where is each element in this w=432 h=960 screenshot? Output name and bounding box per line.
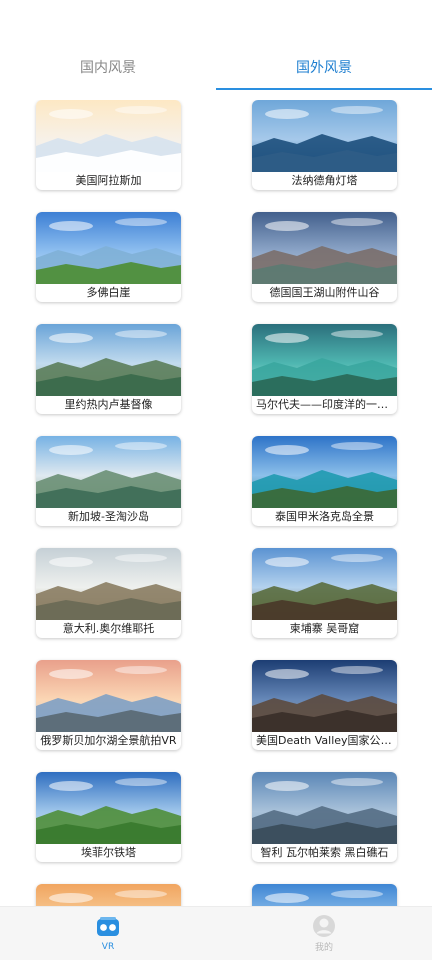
scenery-card[interactable]: 泰国甲米洛克岛全景 [252, 436, 397, 526]
scenery-card[interactable]: 法纳德角灯塔 [252, 100, 397, 190]
scenery-thumbnail [252, 772, 397, 844]
scenery-thumbnail [252, 660, 397, 732]
scenery-card-title: 里约热内卢基督像 [64, 398, 153, 411]
scenery-card[interactable]: 意大利.奥尔维耶托 [36, 548, 181, 638]
scenery-card[interactable]: 里约热内卢基督像 [36, 324, 181, 414]
scenery-card[interactable] [252, 884, 397, 906]
scenery-thumbnail [252, 324, 397, 396]
scenery-card-title: 美国阿拉斯加 [75, 174, 142, 187]
scenery-card[interactable]: 马尔代夫——印度洋的一片... [252, 324, 397, 414]
nav-vr-label: VR [101, 941, 115, 952]
nav-vr[interactable]: VR [0, 907, 216, 960]
scenery-card-title: 泰国甲米洛克岛全景 [275, 510, 374, 523]
scenery-card[interactable]: 德国国王湖山附件山谷 [252, 212, 397, 302]
scenery-thumbnail [252, 100, 397, 172]
scenery-card[interactable]: 埃菲尔铁塔 [36, 772, 181, 862]
scenery-card[interactable] [36, 884, 181, 906]
scenery-card-title: 俄罗斯贝加尔湖全景航拍VR [40, 734, 177, 747]
bottom-navigation: VR 我的 [0, 906, 432, 960]
scenery-thumbnail [36, 772, 181, 844]
scenery-thumbnail [36, 884, 181, 906]
scenery-thumbnail [36, 548, 181, 620]
tab-bar: 国内风景 国外风景 [0, 44, 432, 90]
scenery-thumbnail [252, 436, 397, 508]
scenery-thumbnail [36, 100, 181, 172]
scenery-card-title: 柬埔寨 吴哥窟 [289, 622, 360, 635]
nav-mine-label: 我的 [314, 943, 333, 953]
scenery-thumbnail [252, 548, 397, 620]
scenery-card[interactable]: 智利 瓦尔帕莱索 黑白礁石 [252, 772, 397, 862]
scenery-thumbnail [252, 212, 397, 284]
scenery-card[interactable]: 新加坡-圣淘沙岛 [36, 436, 181, 526]
scenery-card-title: 德国国王湖山附件山谷 [269, 286, 380, 299]
scenery-card-title: 马尔代夫——印度洋的一片... [256, 398, 393, 411]
nav-mine[interactable]: 我的 [216, 907, 432, 960]
scenery-card-title: 美国Death Valley国家公园... [256, 734, 393, 747]
scenery-card[interactable]: 多佛白崖 [36, 212, 181, 302]
scenery-card[interactable]: 美国Death Valley国家公园... [252, 660, 397, 750]
scenery-thumbnail [36, 212, 181, 284]
scenery-card-title: 多佛白崖 [86, 286, 131, 299]
scenery-thumbnail [36, 660, 181, 732]
scenery-card-title: 埃菲尔铁塔 [81, 846, 136, 859]
tab-domestic-scenery[interactable]: 国内风景 [0, 44, 216, 90]
scenery-card-title: 智利 瓦尔帕莱索 黑白礁石 [260, 846, 389, 859]
scenery-card[interactable]: 俄罗斯贝加尔湖全景航拍VR [36, 660, 181, 750]
scenery-thumbnail [36, 436, 181, 508]
scenery-card-title: 新加坡-圣淘沙岛 [68, 510, 149, 523]
scenery-card[interactable]: 美国阿拉斯加 [36, 100, 181, 190]
scenery-card-title: 法纳德角灯塔 [291, 174, 358, 187]
tab-foreign-scenery[interactable]: 国外风景 [216, 44, 432, 90]
scenery-grid: 美国阿拉斯加 法纳德角灯塔 多佛白崖 德国国王湖山附件山谷 里约热内卢基督像 马… [0, 100, 432, 906]
user-icon [313, 915, 335, 937]
scenery-thumbnail [36, 324, 181, 396]
scenery-thumbnail [252, 884, 397, 906]
scenery-card[interactable]: 柬埔寨 吴哥窟 [252, 548, 397, 638]
scenery-card-title: 意大利.奥尔维耶托 [62, 622, 155, 635]
vr-headset-icon [97, 916, 119, 936]
